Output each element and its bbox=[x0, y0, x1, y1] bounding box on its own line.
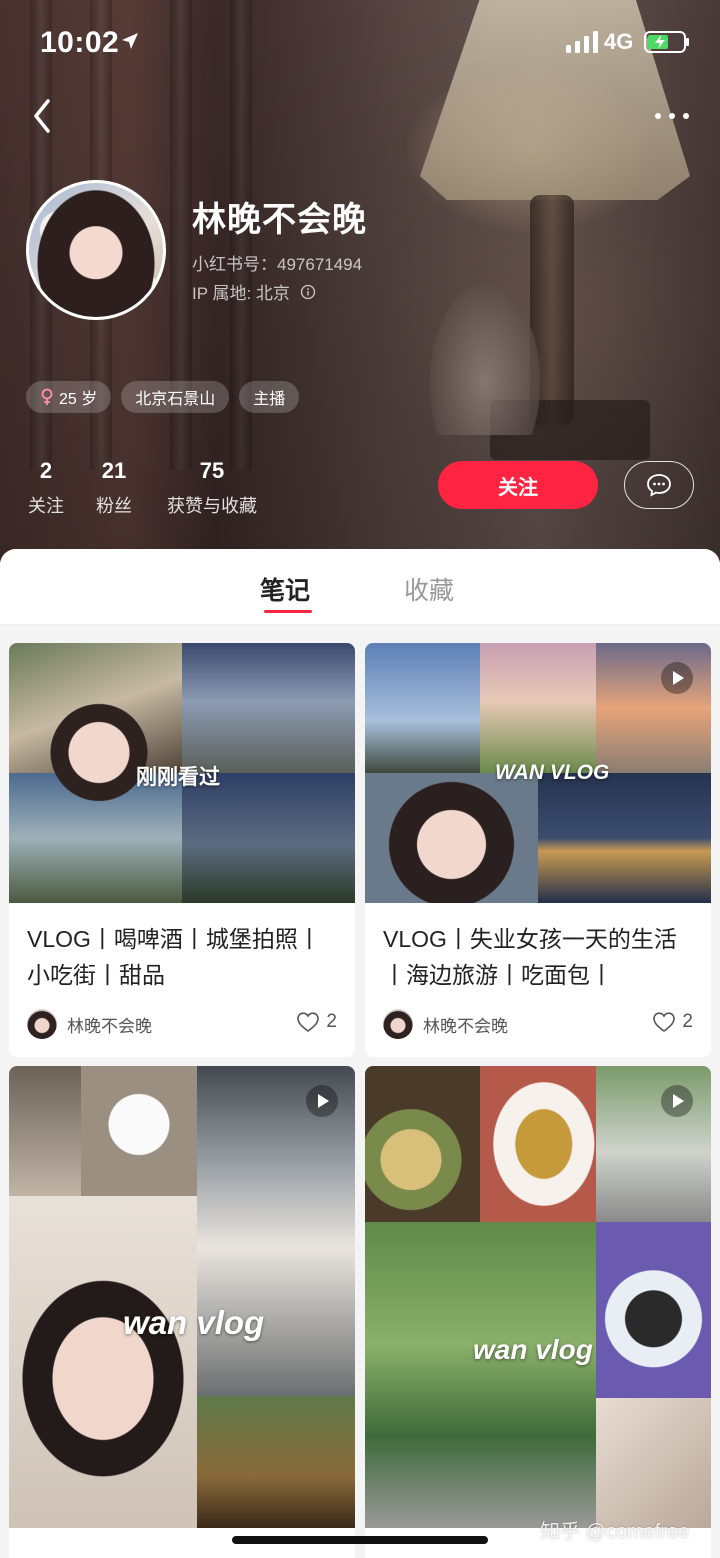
ip-location: IP 属地: 北京 bbox=[192, 279, 316, 304]
profile-id: 小红书号：497671494 bbox=[192, 255, 363, 274]
tag-role-label: 主播 bbox=[253, 391, 286, 408]
note-card[interactable]: wan vlog bbox=[365, 1066, 711, 1558]
note-title: VLOG丨失业女孩一天的生活丨海边旅游丨吃面包丨 bbox=[383, 926, 677, 988]
cover-caption: wan vlog bbox=[473, 1334, 593, 1365]
home-indicator[interactable] bbox=[232, 1536, 488, 1544]
tab-active-indicator bbox=[264, 610, 312, 613]
note-cover: 刚刚看过 bbox=[9, 643, 355, 903]
tab-bar: 笔记 收藏 bbox=[0, 549, 720, 625]
like-button[interactable]: 2 bbox=[296, 1011, 337, 1033]
note-cover: WAN VLOG bbox=[365, 643, 711, 903]
battery-icon bbox=[644, 31, 689, 53]
watermark: 知乎 @comefree bbox=[540, 1521, 690, 1543]
stat-likes-collections[interactable]: 75 获赞与收藏 bbox=[162, 458, 262, 518]
note-card[interactable]: 刚刚看过 VLOG丨喝啤酒丨城堡拍照丨小吃街丨甜品 林晚不会晚 2 bbox=[9, 643, 355, 1057]
chat-icon bbox=[647, 474, 671, 497]
location-arrow-icon bbox=[122, 33, 138, 49]
author-avatar bbox=[27, 1009, 57, 1039]
stat-likes-count: 75 bbox=[199, 458, 225, 483]
note-card[interactable]: WAN VLOG VLOG丨失业女孩一天的生活丨海边旅游丨吃面包丨 林晚不会晚 … bbox=[365, 643, 711, 1057]
more-options-button[interactable] bbox=[652, 104, 692, 128]
note-author: 林晚不会晚 bbox=[383, 1009, 508, 1039]
signal-icon bbox=[566, 31, 598, 53]
like-count: 2 bbox=[326, 1011, 337, 1032]
avatar[interactable] bbox=[26, 180, 166, 320]
profile-header: 10:02 4G 林晚不会晚 小红书号：497671494 IP 属地: 北京 bbox=[0, 0, 720, 580]
stat-following-label: 关注 bbox=[28, 496, 64, 516]
cover-caption: wan vlog bbox=[123, 1304, 265, 1341]
author-name: 林晚不会晚 bbox=[67, 1016, 152, 1036]
video-play-icon bbox=[661, 662, 693, 694]
stat-followers[interactable]: 21 粉丝 bbox=[94, 458, 134, 518]
cover-caption: 刚刚看过 bbox=[136, 766, 220, 789]
profile-nickname: 林晚不会晚 bbox=[192, 201, 367, 239]
female-icon bbox=[41, 388, 53, 405]
tab-collections[interactable]: 收藏 bbox=[404, 571, 454, 607]
heart-icon bbox=[653, 1012, 676, 1032]
author-name: 林晚不会晚 bbox=[423, 1016, 508, 1036]
note-cover: wan vlog bbox=[365, 1066, 711, 1528]
note-title: VLOG丨喝啤酒丨城堡拍照丨小吃街丨甜品 bbox=[27, 926, 321, 988]
cover-caption: WAN VLOG bbox=[495, 761, 610, 784]
message-button[interactable] bbox=[624, 461, 694, 509]
info-icon[interactable] bbox=[300, 284, 316, 300]
content-panel: 笔记 收藏 刚刚看过 VLOG丨喝啤酒丨城堡拍照丨小吃街丨甜品 林晚不会晚 2 bbox=[0, 549, 720, 1558]
status-time: 10:02 bbox=[40, 26, 120, 59]
tag-age: 25 岁 bbox=[26, 381, 112, 413]
profile-tags: 25 岁 北京石景山 主播 bbox=[26, 381, 300, 413]
tag-location-label: 北京石景山 bbox=[135, 391, 216, 408]
stat-followers-count: 21 bbox=[101, 458, 127, 483]
video-play-icon bbox=[661, 1085, 693, 1117]
tab-notes[interactable]: 笔记 bbox=[260, 571, 310, 607]
stat-likes-label: 获赞与收藏 bbox=[167, 496, 257, 516]
author-avatar bbox=[383, 1009, 413, 1039]
heart-icon bbox=[297, 1012, 320, 1032]
stat-following-count: 2 bbox=[39, 458, 53, 483]
note-author: 林晚不会晚 bbox=[27, 1009, 152, 1039]
follow-button[interactable]: 关注 bbox=[438, 461, 598, 509]
status-bar: 10:02 4G bbox=[0, 0, 720, 88]
stat-followers-label: 粉丝 bbox=[96, 496, 132, 516]
tag-role: 主播 bbox=[239, 381, 300, 413]
network-type: 4G bbox=[604, 29, 634, 54]
video-play-icon bbox=[306, 1085, 338, 1117]
like-count: 2 bbox=[682, 1011, 693, 1032]
tag-location: 北京石景山 bbox=[121, 381, 230, 413]
note-card[interactable]: wan vlog bbox=[9, 1066, 355, 1558]
like-button[interactable]: 2 bbox=[652, 1011, 693, 1033]
stat-following[interactable]: 2 关注 bbox=[26, 458, 66, 518]
back-button[interactable] bbox=[26, 96, 58, 136]
note-cover: wan vlog bbox=[9, 1066, 355, 1528]
tag-age-label: 25 岁 bbox=[59, 391, 98, 408]
ip-location-text: IP 属地: 北京 bbox=[192, 284, 290, 303]
